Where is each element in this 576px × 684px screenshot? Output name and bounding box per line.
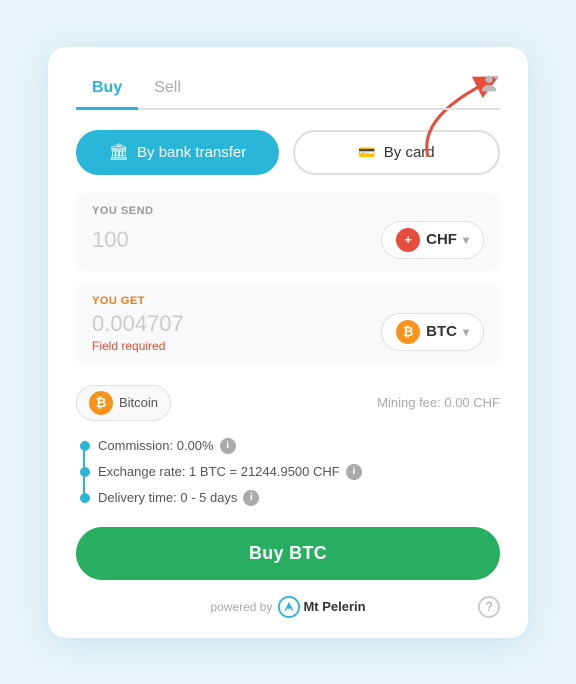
details-timeline: Commission: 0.00% i Exchange rate: 1 BTC… <box>76 433 500 511</box>
coin-left: ₿ Bitcoin <box>76 385 171 421</box>
card-button[interactable]: 💳 By card <box>293 130 500 175</box>
get-currency-chevron: ▾ <box>463 325 469 339</box>
card-icon: 💳 <box>358 144 375 161</box>
send-section: YOU SEND 100 + CHF ▾ <box>76 193 500 271</box>
btc-icon: ₿ <box>396 320 420 344</box>
exchange-rate-info-icon[interactable]: i <box>346 464 362 480</box>
send-currency-chevron: ▾ <box>463 233 469 247</box>
bank-transfer-label: By bank transfer <box>137 144 246 161</box>
delivery-time-item: Delivery time: 0 - 5 days i <box>98 485 500 511</box>
get-currency-selector[interactable]: ₿ BTC ▾ <box>381 313 484 351</box>
powered-by-text: powered by <box>210 600 272 614</box>
tab-buy[interactable]: Buy <box>76 71 138 110</box>
delivery-time-info-icon[interactable]: i <box>243 490 259 506</box>
bitcoin-badge[interactable]: ₿ Bitcoin <box>76 385 171 421</box>
delivery-time-text: Delivery time: 0 - 5 days <box>98 490 237 505</box>
get-section: YOU GET 0.004707 Field required ₿ BTC ▾ <box>76 283 500 365</box>
widget-card: Buy Sell 🏛 By bank transfer 💳 By card YO… <box>48 47 528 638</box>
send-currency-selector[interactable]: + CHF ▾ <box>381 221 484 259</box>
help-icon[interactable]: ? <box>478 596 500 618</box>
tabs-container: Buy Sell <box>76 71 500 110</box>
exchange-rate-text: Exchange rate: 1 BTC = 21244.9500 CHF <box>98 464 340 479</box>
bank-transfer-button[interactable]: 🏛 By bank transfer <box>76 130 279 175</box>
send-value[interactable]: 100 <box>92 227 129 253</box>
brand-name: Mt Pelerin <box>303 599 365 614</box>
user-icon[interactable] <box>478 73 500 101</box>
coin-info-row: ₿ Bitcoin Mining fee: 0.00 CHF <box>76 377 500 425</box>
bitcoin-btc-icon: ₿ <box>89 391 113 415</box>
exchange-rate-item: Exchange rate: 1 BTC = 21244.9500 CHF i <box>98 459 500 485</box>
commission-info-icon[interactable]: i <box>220 438 236 454</box>
send-row: 100 + CHF ▾ <box>92 221 484 259</box>
footer: powered by Mt Pelerin ? <box>76 596 500 618</box>
chf-icon: + <box>396 228 420 252</box>
mining-fee: Mining fee: 0.00 CHF <box>377 395 500 410</box>
payment-methods: 🏛 By bank transfer 💳 By card <box>76 130 500 175</box>
get-label: YOU GET <box>92 295 484 307</box>
card-label: By card <box>384 144 435 161</box>
field-required: Field required <box>92 339 184 353</box>
buy-button[interactable]: Buy BTC <box>76 527 500 580</box>
send-currency: CHF <box>426 231 457 248</box>
commission-text: Commission: 0.00% <box>98 438 214 453</box>
get-currency: BTC <box>426 323 457 340</box>
pelerin-icon <box>278 596 300 618</box>
get-value[interactable]: 0.004707 <box>92 311 184 337</box>
get-row: 0.004707 Field required ₿ BTC ▾ <box>92 311 484 353</box>
send-label: YOU SEND <box>92 205 484 217</box>
mt-pelerin-logo: Mt Pelerin <box>278 596 365 618</box>
tab-sell[interactable]: Sell <box>138 71 197 110</box>
coin-name: Bitcoin <box>119 395 158 410</box>
bank-icon: 🏛 <box>109 142 129 162</box>
commission-item: Commission: 0.00% i <box>98 433 500 459</box>
